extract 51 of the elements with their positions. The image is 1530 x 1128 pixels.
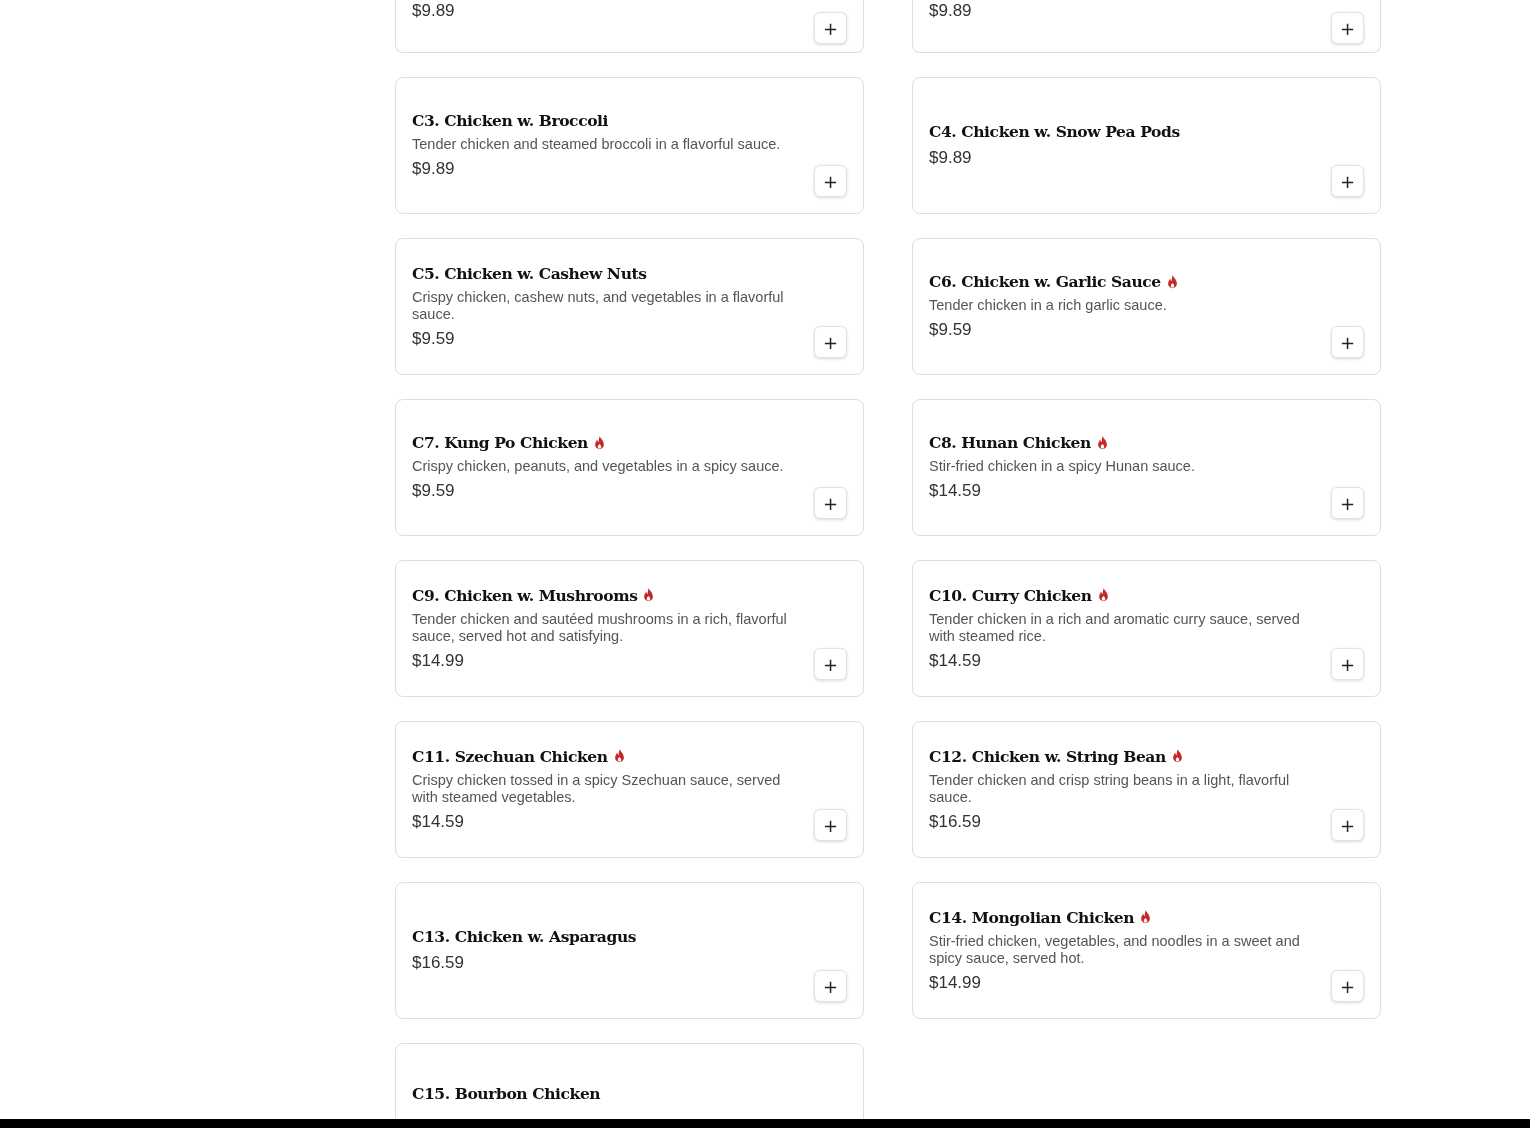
dish-description: Tender chicken and crisp string beans in a light, flavorful sauce. xyxy=(929,771,1291,806)
dish-price: $9.59 xyxy=(412,480,456,502)
dish-name: C9. Chicken w. Mushrooms xyxy=(412,585,638,605)
dish-name: C7. Kung Po Chicken xyxy=(412,433,588,452)
dish-description: Crispy chicken, cashew nuts, and vegetables in a flavorful sauce. xyxy=(412,288,785,323)
dish-description: Tender chicken in a rich garlic sauce. xyxy=(929,297,1168,314)
dish-name: C12. Chicken w. String Bean xyxy=(929,746,1166,766)
dish-name: C15. Bourbon Chicken xyxy=(412,1084,601,1103)
dish-price: $16.59 xyxy=(412,952,465,974)
add-button[interactable]: + xyxy=(1331,487,1364,519)
dish-price: $14.99 xyxy=(412,649,465,672)
dish-name: C6. Chicken w. Garlic Sauce xyxy=(929,272,1161,291)
add-button[interactable]: + xyxy=(814,12,847,44)
dish-name: C14. Mongolian Chicken xyxy=(929,907,1135,927)
dish-price: $14.59 xyxy=(929,480,982,502)
dish-description: Stir-fried chicken, vegetables, and noodles in a sweet and spicy sauce, served hot. xyxy=(929,932,1301,967)
dish-price: $9.59 xyxy=(412,327,456,350)
add-button[interactable]: + xyxy=(1331,326,1364,358)
dish-description: Crispy chicken tossed in a spicy Szechuan sauce, served with steamed vegetables. xyxy=(412,771,782,806)
dish-price: $14.59 xyxy=(412,810,465,833)
dish-description: Tender chicken in a rich and aromatic curry sauce, served with steamed rice. xyxy=(929,610,1301,645)
dish-name: C10. Curry Chicken xyxy=(929,585,1092,605)
dish-name: C5. Chicken w. Cashew Nuts xyxy=(412,263,647,283)
dish-name: C11. Szechuan Chicken xyxy=(412,746,608,766)
dish-name: C3. Chicken w. Broccoli xyxy=(412,111,609,130)
add-button[interactable]: + xyxy=(814,809,847,841)
dish-description: Crispy chicken, peanuts, and vegetables in a spicy sauce. xyxy=(412,458,785,475)
dish-description: Tender chicken and steamed broccoli in a flavorful sauce. xyxy=(412,136,782,153)
add-button[interactable]: + xyxy=(814,326,847,358)
add-button[interactable]: + xyxy=(814,648,847,680)
dish-name: C13. Chicken w. Asparagus xyxy=(412,927,637,946)
add-button[interactable]: + xyxy=(1331,165,1364,197)
dish-name: C8. Hunan Chicken xyxy=(929,433,1091,452)
dish-name: C4. Chicken w. Snow Pea Pods xyxy=(929,122,1180,141)
dish-price: $9.89 xyxy=(929,0,973,22)
add-button[interactable]: + xyxy=(1331,648,1364,680)
add-button[interactable]: + xyxy=(1331,970,1364,1002)
dish-price: $14.59 xyxy=(929,649,982,672)
dish-price: $9.89 xyxy=(412,0,456,22)
add-button[interactable]: + xyxy=(1331,809,1364,841)
dish-price: $16.59 xyxy=(929,810,982,833)
add-button[interactable]: + xyxy=(814,165,847,197)
add-button[interactable]: + xyxy=(814,487,847,519)
dish-price: $14.99 xyxy=(929,971,982,994)
add-button[interactable]: + xyxy=(1331,12,1364,44)
dish-price: $9.89 xyxy=(412,158,456,180)
dish-description: Tender chicken and sautéed mushrooms in a rich, flavorful sauce, served hot and satisfying. xyxy=(412,610,788,645)
dish-price: $9.89 xyxy=(929,147,973,169)
add-button[interactable]: + xyxy=(814,970,847,1002)
dish-price: $9.59 xyxy=(929,319,973,341)
dish-description: Stir-fried chicken in a spicy Hunan sauce. xyxy=(929,458,1196,475)
